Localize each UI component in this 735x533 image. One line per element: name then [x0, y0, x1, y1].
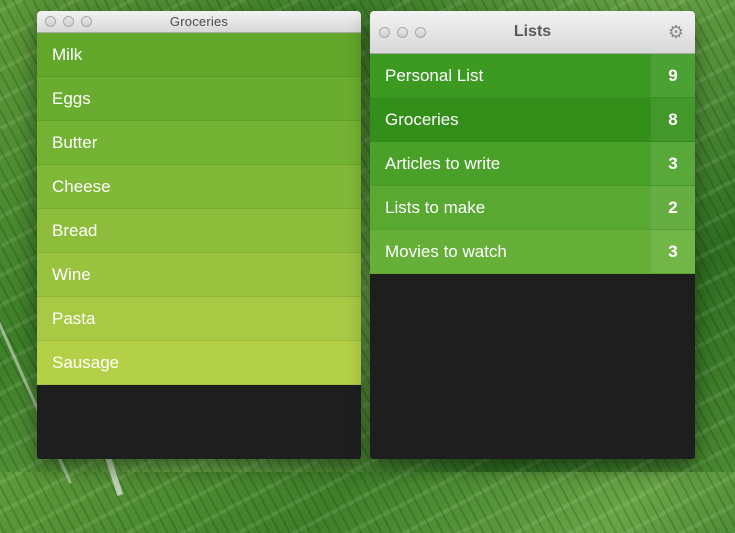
- window-controls: [45, 11, 92, 32]
- list-row-label: Movies to watch: [385, 241, 507, 261]
- list-item[interactable]: Wine: [37, 253, 361, 297]
- gear-icon[interactable]: ⚙: [667, 23, 685, 41]
- close-button[interactable]: [45, 16, 56, 27]
- lists-titlebar[interactable]: Lists ⚙: [370, 11, 695, 54]
- groceries-list: Milk Eggs Butter Cheese Bread Wine Pasta…: [37, 33, 361, 385]
- list-item[interactable]: Bread: [37, 209, 361, 253]
- list-row[interactable]: Groceries 8: [370, 98, 695, 142]
- list-item-label: Butter: [52, 132, 98, 152]
- list-row-label: Personal List: [385, 65, 484, 85]
- list-row-label: Articles to write: [385, 153, 501, 173]
- list-row[interactable]: Articles to write 3: [370, 142, 695, 186]
- list-row-count: 3: [651, 142, 695, 185]
- list-item[interactable]: Butter: [37, 121, 361, 165]
- list-item-label: Bread: [52, 220, 98, 240]
- list-item[interactable]: Pasta: [37, 297, 361, 341]
- list-item[interactable]: Eggs: [37, 77, 361, 121]
- list-row-label: Groceries: [385, 109, 459, 129]
- list-item-label: Eggs: [52, 88, 91, 108]
- list-row[interactable]: Lists to make 2: [370, 186, 695, 230]
- groceries-window: Groceries Milk Eggs Butter Cheese Bread …: [37, 11, 361, 459]
- list-row-count: 2: [651, 186, 695, 229]
- minimize-button[interactable]: [397, 26, 408, 38]
- list-row-count: 9: [651, 54, 695, 97]
- minimize-button[interactable]: [63, 16, 74, 27]
- lists-window: Lists ⚙ Personal List 9 Groceries 8 Arti…: [370, 11, 695, 459]
- zoom-button[interactable]: [415, 26, 426, 38]
- list-item-label: Milk: [52, 44, 83, 64]
- list-item[interactable]: Cheese: [37, 165, 361, 209]
- list-row-count: 8: [651, 98, 695, 141]
- list-row-label: Lists to make: [385, 197, 486, 217]
- window-title: Groceries: [169, 14, 229, 29]
- list-row[interactable]: Personal List 9: [370, 54, 695, 98]
- list-row-count: 3: [651, 230, 695, 273]
- zoom-button[interactable]: [81, 16, 92, 27]
- window-title: Lists: [513, 23, 552, 40]
- list-item-label: Pasta: [52, 308, 96, 328]
- list-item-label: Sausage: [52, 352, 120, 372]
- list-item-label: Wine: [52, 264, 91, 284]
- list-row[interactable]: Movies to watch 3: [370, 230, 695, 274]
- groceries-titlebar[interactable]: Groceries: [37, 11, 361, 33]
- close-button[interactable]: [379, 26, 390, 38]
- list-item-label: Cheese: [52, 176, 111, 196]
- list-item[interactable]: Milk: [37, 33, 361, 77]
- window-controls: [379, 11, 426, 53]
- list-item[interactable]: Sausage: [37, 341, 361, 385]
- lists-list: Personal List 9 Groceries 8 Articles to …: [370, 54, 695, 274]
